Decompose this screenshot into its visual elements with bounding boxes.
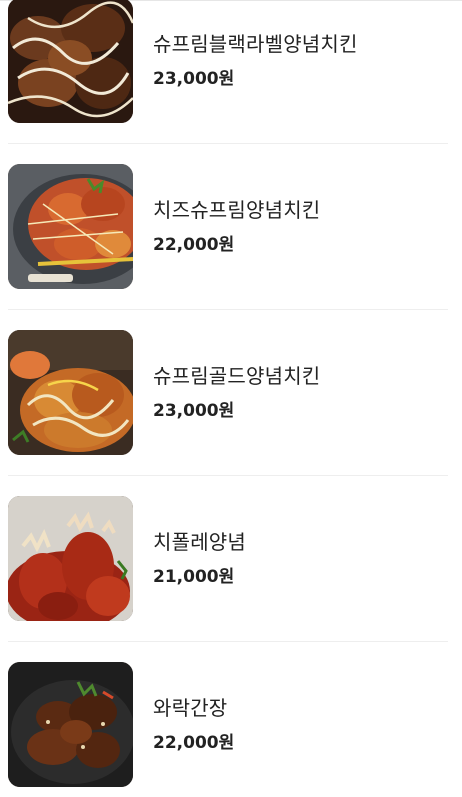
chicken-gold-supreme-photo [8,330,133,455]
menu-item-cheese-supreme[interactable]: 치즈슈프림양념치킨 22,000원 [8,164,448,289]
menu-item-photo[interactable] [8,496,133,621]
menu-item-name: 와락간장 [153,696,228,720]
menu-item-name: 슈프림블랙라벨양념치킨 [153,32,358,56]
menu-item-price: 23,000원 [153,69,235,89]
divider [8,475,448,476]
menu-item-name: 치폴레양념 [153,530,246,554]
menu-item-price: 22,000원 [153,235,235,255]
chicken-chipotle-photo [8,496,133,621]
menu-item-gold-supreme[interactable]: 슈프림골드양념치킨 23,000원 [8,330,448,455]
chicken-cheese-supreme-photo [8,164,133,289]
divider [8,641,448,642]
menu-item-name: 슈프림골드양념치킨 [153,364,321,388]
divider [8,309,448,310]
menu-item-soy[interactable]: 와락간장 22,000원 [8,662,448,787]
menu-item-name: 치즈슈프림양념치킨 [153,198,321,222]
divider [8,143,448,144]
menu-item-price: 21,000원 [153,567,235,587]
chicken-black-label-photo [8,0,133,123]
chicken-soy-photo [8,662,133,787]
menu-item-photo[interactable] [8,330,133,455]
menu-item-photo[interactable] [8,662,133,787]
menu-item-chipotle[interactable]: 치폴레양념 21,000원 [8,496,448,621]
menu-item-photo[interactable] [8,0,133,123]
menu-item-black-label[interactable]: 슈프림블랙라벨양념치킨 23,000원 [8,0,448,123]
menu-item-price: 23,000원 [153,401,235,421]
menu-item-price: 22,000원 [153,733,235,753]
menu-item-photo[interactable] [8,164,133,289]
